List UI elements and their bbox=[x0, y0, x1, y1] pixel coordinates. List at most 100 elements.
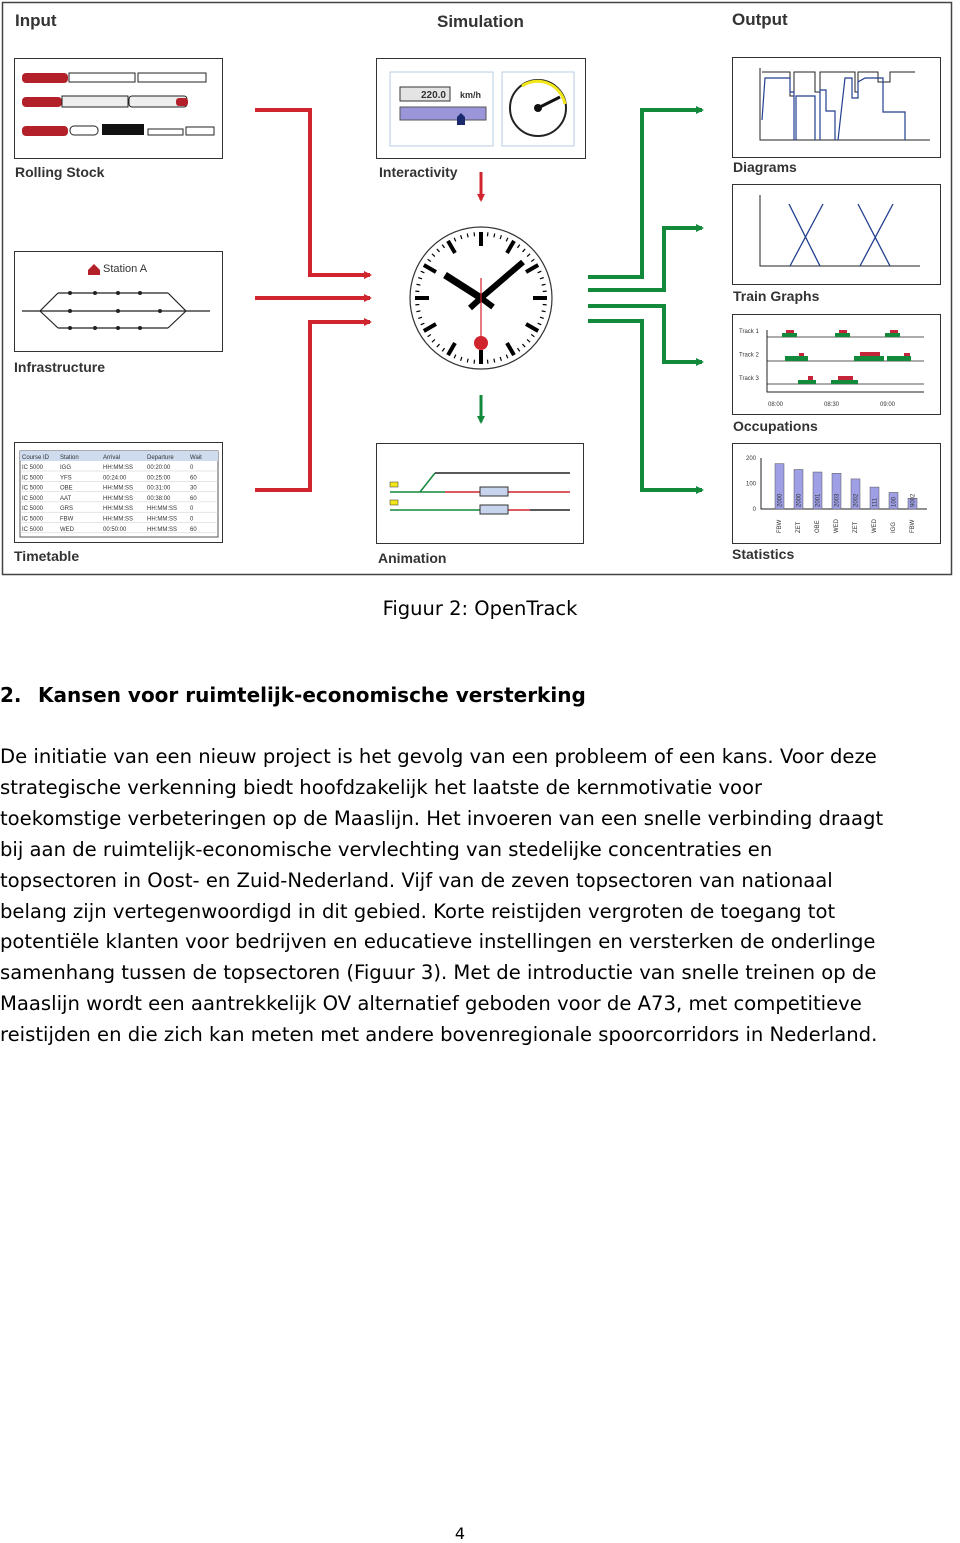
speed-slider[interactable] bbox=[400, 107, 486, 120]
paragraph-line: Maaslijn wordt een aantrekkelijk OV alte… bbox=[0, 989, 883, 1020]
timetable-header: Course ID bbox=[22, 455, 50, 461]
timetable-cell: 00:24:00 bbox=[103, 475, 127, 481]
timetable-header: Arrival bbox=[103, 455, 120, 461]
station-label: Station A bbox=[103, 263, 148, 275]
infrastructure-label: Infrastructure bbox=[14, 359, 105, 375]
clock-tick bbox=[416, 284, 420, 285]
rolling-stock-label: Rolling Stock bbox=[15, 164, 105, 180]
timetable-cell: HH:MM:SS bbox=[103, 506, 133, 512]
page-number: 4 bbox=[0, 1524, 920, 1543]
stat-station-label: ZET bbox=[853, 521, 859, 533]
diagrams-panel bbox=[733, 58, 941, 158]
train-graphs-panel bbox=[733, 185, 941, 285]
timetable-cell: AAT bbox=[60, 496, 72, 502]
opentrack-figure: Input Simulation Output Rolling Stock St… bbox=[0, 0, 960, 580]
timetable-cell: WED bbox=[60, 527, 75, 533]
rolling-stock-panel bbox=[15, 59, 223, 159]
clock-tick bbox=[467, 359, 468, 363]
timetable-cell: FBW bbox=[60, 517, 74, 523]
clock-tick bbox=[416, 311, 420, 312]
timetable-cell: IC 5000 bbox=[22, 517, 44, 523]
timetable-cell: IGG bbox=[60, 465, 71, 471]
timetable-cell: IC 5000 bbox=[22, 486, 44, 492]
timetable-cell: HH:MM:SS bbox=[147, 506, 177, 512]
animation-label: Animation bbox=[378, 550, 446, 566]
stat-train-label: 2002 bbox=[854, 493, 860, 507]
time-label: 08:30 bbox=[824, 402, 840, 408]
timetable-cell: HH:MM:SS bbox=[147, 527, 177, 533]
clock-tick bbox=[542, 284, 546, 285]
timetable-cell: YFS bbox=[60, 475, 72, 481]
timetable-cell: 00:50:00 bbox=[103, 527, 127, 533]
clock-icon bbox=[410, 227, 552, 369]
timetable-header: Wait bbox=[190, 455, 202, 461]
paragraph-line: De initiatie van een nieuw project is he… bbox=[0, 742, 883, 773]
timetable-cell: 00:31:00 bbox=[147, 486, 171, 492]
paragraph-line: reistijden en die zich kan meten met and… bbox=[0, 1020, 883, 1051]
stat-station-label: IGG bbox=[891, 522, 897, 533]
stat-train-label: 100 bbox=[892, 496, 898, 507]
timetable-cell: HH:MM:SS bbox=[103, 496, 133, 502]
speed-value[interactable]: 220.0 bbox=[421, 90, 446, 101]
infrastructure-panel: Station A bbox=[15, 252, 223, 352]
train-graphs-label: Train Graphs bbox=[733, 288, 820, 304]
stat-station-label: ZET bbox=[796, 521, 802, 533]
track-label: Track 3 bbox=[739, 376, 759, 382]
occupations-panel: Track 1Track 2Track 308:0008:3009:00 bbox=[733, 315, 941, 415]
time-label: 09:00 bbox=[880, 402, 896, 408]
timetable-cell: IC 5000 bbox=[22, 465, 44, 471]
diagrams-label: Diagrams bbox=[733, 159, 797, 175]
timetable-cell: 00:25:00 bbox=[147, 475, 171, 481]
section-simulation-title: Simulation bbox=[437, 12, 524, 31]
stat-train-label: 2000 bbox=[797, 493, 803, 507]
statistics-label: Statistics bbox=[732, 546, 794, 562]
paragraph-line: belang zijn vertegenwoordigd in dit gebi… bbox=[0, 897, 883, 928]
timetable-cell: 60 bbox=[190, 475, 197, 481]
stat-station-label: FBW bbox=[910, 519, 916, 533]
stat-axis-tick: 200 bbox=[746, 456, 757, 462]
section-output-title: Output bbox=[732, 10, 788, 29]
stat-station-label: FBW bbox=[777, 519, 783, 533]
timetable-cell: IC 5000 bbox=[22, 496, 44, 502]
speed-unit: km/h bbox=[460, 90, 481, 100]
clock-tick bbox=[542, 311, 546, 312]
figure-caption: Figuur 2: OpenTrack bbox=[0, 597, 960, 620]
paragraph-line: topsectoren in Oost- en Zuid-Nederland. … bbox=[0, 866, 883, 897]
occupations-label: Occupations bbox=[733, 418, 818, 434]
stat-train-label: 111 bbox=[873, 497, 879, 507]
timetable-cell: HH:MM:SS bbox=[147, 517, 177, 523]
stat-station-label: OBE bbox=[815, 520, 821, 533]
timetable-cell: 30 bbox=[190, 486, 197, 492]
paragraph-line: strategische verkenning biedt hoofdzakel… bbox=[0, 773, 883, 804]
clock-tick bbox=[467, 233, 468, 237]
section-title: Kansen voor ruimtelijk-economische verst… bbox=[38, 683, 586, 707]
animation-panel bbox=[377, 444, 584, 544]
timetable-cell: GRS bbox=[60, 506, 73, 512]
timetable-cell: IC 5000 bbox=[22, 527, 44, 533]
timetable-cell: HH:MM:SS bbox=[103, 517, 133, 523]
stat-station-label: WED bbox=[872, 518, 878, 533]
timetable-cell: 00:38:00 bbox=[147, 496, 171, 502]
timetable-cell: 60 bbox=[190, 527, 197, 533]
body-paragraph: De initiatie van een nieuw project is he… bbox=[0, 742, 883, 1051]
timetable-cell: OBE bbox=[60, 486, 73, 492]
paragraph-line: samenhang tussen de topsectoren (Figuur … bbox=[0, 958, 883, 989]
stat-axis-tick: 100 bbox=[746, 482, 757, 488]
track-label: Track 1 bbox=[739, 329, 759, 335]
timetable-cell: HH:MM:SS bbox=[103, 486, 133, 492]
clock-tick bbox=[494, 233, 495, 237]
timetable-cell: IC 5000 bbox=[22, 506, 44, 512]
timetable-header: Station bbox=[60, 455, 79, 461]
timetable-panel: Course ID Station Arrival Departure Wait IC 5… bbox=[15, 443, 223, 543]
timetable-header: Departure bbox=[147, 455, 174, 461]
timetable-cell: 00:20:00 bbox=[147, 465, 171, 471]
paragraph-line: toekomstige verbeteringen op de Maaslijn… bbox=[0, 804, 883, 835]
stat-train-label: 2000 bbox=[778, 493, 784, 507]
timetable-label: Timetable bbox=[14, 548, 79, 564]
section-heading: 2.Kansen voor ruimtelijk-economische ver… bbox=[0, 683, 586, 707]
paragraph-line: bij aan de ruimtelijk-economische vervle… bbox=[0, 835, 883, 866]
timetable-cell: 60 bbox=[190, 496, 197, 502]
interactivity-label: Interactivity bbox=[379, 164, 458, 180]
timetable-cell: IC 5000 bbox=[22, 475, 44, 481]
time-label: 08:00 bbox=[768, 402, 784, 408]
